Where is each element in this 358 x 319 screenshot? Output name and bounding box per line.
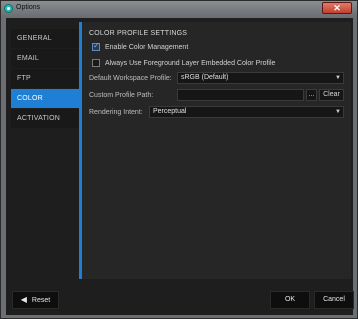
app-icon [4, 4, 13, 13]
workspace-profile-value: sRGB (Default) [181, 74, 229, 81]
color-settings-panel: COLOR PROFILE SETTINGS Enable Color Mana… [79, 22, 351, 279]
custom-profile-path-input[interactable] [177, 89, 304, 101]
close-button[interactable]: ✕ [322, 2, 352, 14]
enable-color-management-row[interactable]: Enable Color Management [92, 41, 189, 52]
dialog-content: GENERAL EMAIL FTP COLOR ACTIVATION COLOR… [6, 18, 354, 315]
window-title: Options [16, 4, 41, 11]
chevron-down-icon: ▼ [335, 109, 341, 115]
always-use-embedded-row[interactable]: Always Use Foreground Layer Embedded Col… [92, 58, 275, 68]
always-use-embedded-checkbox[interactable] [92, 59, 100, 67]
title-bar[interactable]: Options ✕ [1, 1, 357, 17]
sidebar-item-color[interactable]: COLOR [11, 89, 83, 108]
sidebar-item-general[interactable]: GENERAL [11, 29, 83, 48]
cancel-button[interactable]: Cancel [314, 291, 354, 309]
enable-color-management-label: Enable Color Management [105, 43, 189, 51]
custom-profile-label: Custom Profile Path: [89, 92, 154, 99]
sidebar: GENERAL EMAIL FTP COLOR ACTIVATION [11, 29, 83, 129]
rendering-intent-select[interactable]: Perceptual ▼ [149, 106, 344, 118]
chevron-down-icon: ▼ [335, 75, 341, 81]
browse-button[interactable]: ... [306, 89, 317, 101]
workspace-profile-select[interactable]: sRGB (Default) ▼ [177, 72, 344, 84]
section-title: COLOR PROFILE SETTINGS [89, 30, 188, 37]
rendering-intent-value: Perceptual [153, 108, 187, 115]
options-window: Options ✕ GENERAL EMAIL FTP COLOR ACTIVA… [0, 0, 358, 319]
workspace-profile-label: Default Workspace Profile: [89, 75, 172, 82]
sidebar-item-ftp[interactable]: FTP [11, 69, 83, 88]
sidebar-item-email[interactable]: EMAIL [11, 49, 83, 68]
always-use-embedded-label: Always Use Foreground Layer Embedded Col… [105, 59, 276, 67]
reset-button[interactable]: ◀ Reset [12, 291, 59, 309]
sidebar-item-activation[interactable]: ACTIVATION [11, 109, 83, 128]
arrow-left-icon: ◀ [20, 295, 27, 304]
enable-color-management-checkbox[interactable] [92, 41, 100, 51]
clear-button[interactable]: Clear [319, 89, 344, 101]
reset-label: Reset [31, 297, 51, 304]
ok-button[interactable]: OK [270, 291, 310, 309]
panel-accent-bar [79, 22, 82, 279]
rendering-intent-label: Rendering Intent: [89, 109, 143, 116]
